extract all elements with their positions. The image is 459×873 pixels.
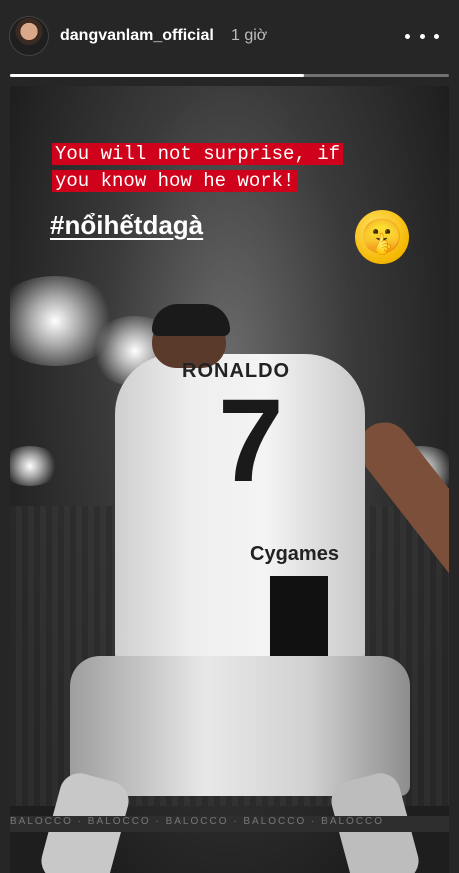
story-image[interactable]: You will not surprise, if you know how h… <box>10 86 449 873</box>
player-hair <box>152 304 230 336</box>
timestamp: 1 giờ <box>231 27 268 44</box>
avatar[interactable] <box>10 17 48 55</box>
more-options-icon[interactable] <box>405 22 439 50</box>
player-shorts <box>70 656 410 796</box>
story-progress-fill <box>10 74 305 77</box>
story-progress-bar <box>10 74 449 77</box>
shirt-number: 7 <box>218 375 284 507</box>
hashtag[interactable]: #nổihếtdagà <box>50 210 203 241</box>
caption-line-1: You will not surprise, if <box>52 143 344 165</box>
ad-board: BALOCCO · BALOCCO · BALOCCO · BALOCCO · … <box>10 816 449 832</box>
caption-line-2: you know how he work! <box>52 170 298 192</box>
story-header: dangvanlam_official 1 giờ <box>0 0 459 74</box>
story-caption: You will not surprise, if you know how h… <box>52 141 344 195</box>
shirt-sponsor: Cygames <box>250 543 339 565</box>
stadium-light <box>10 446 60 486</box>
username[interactable]: dangvanlam_official <box>60 27 214 45</box>
shushing-face-icon: 🤫 <box>355 210 409 264</box>
